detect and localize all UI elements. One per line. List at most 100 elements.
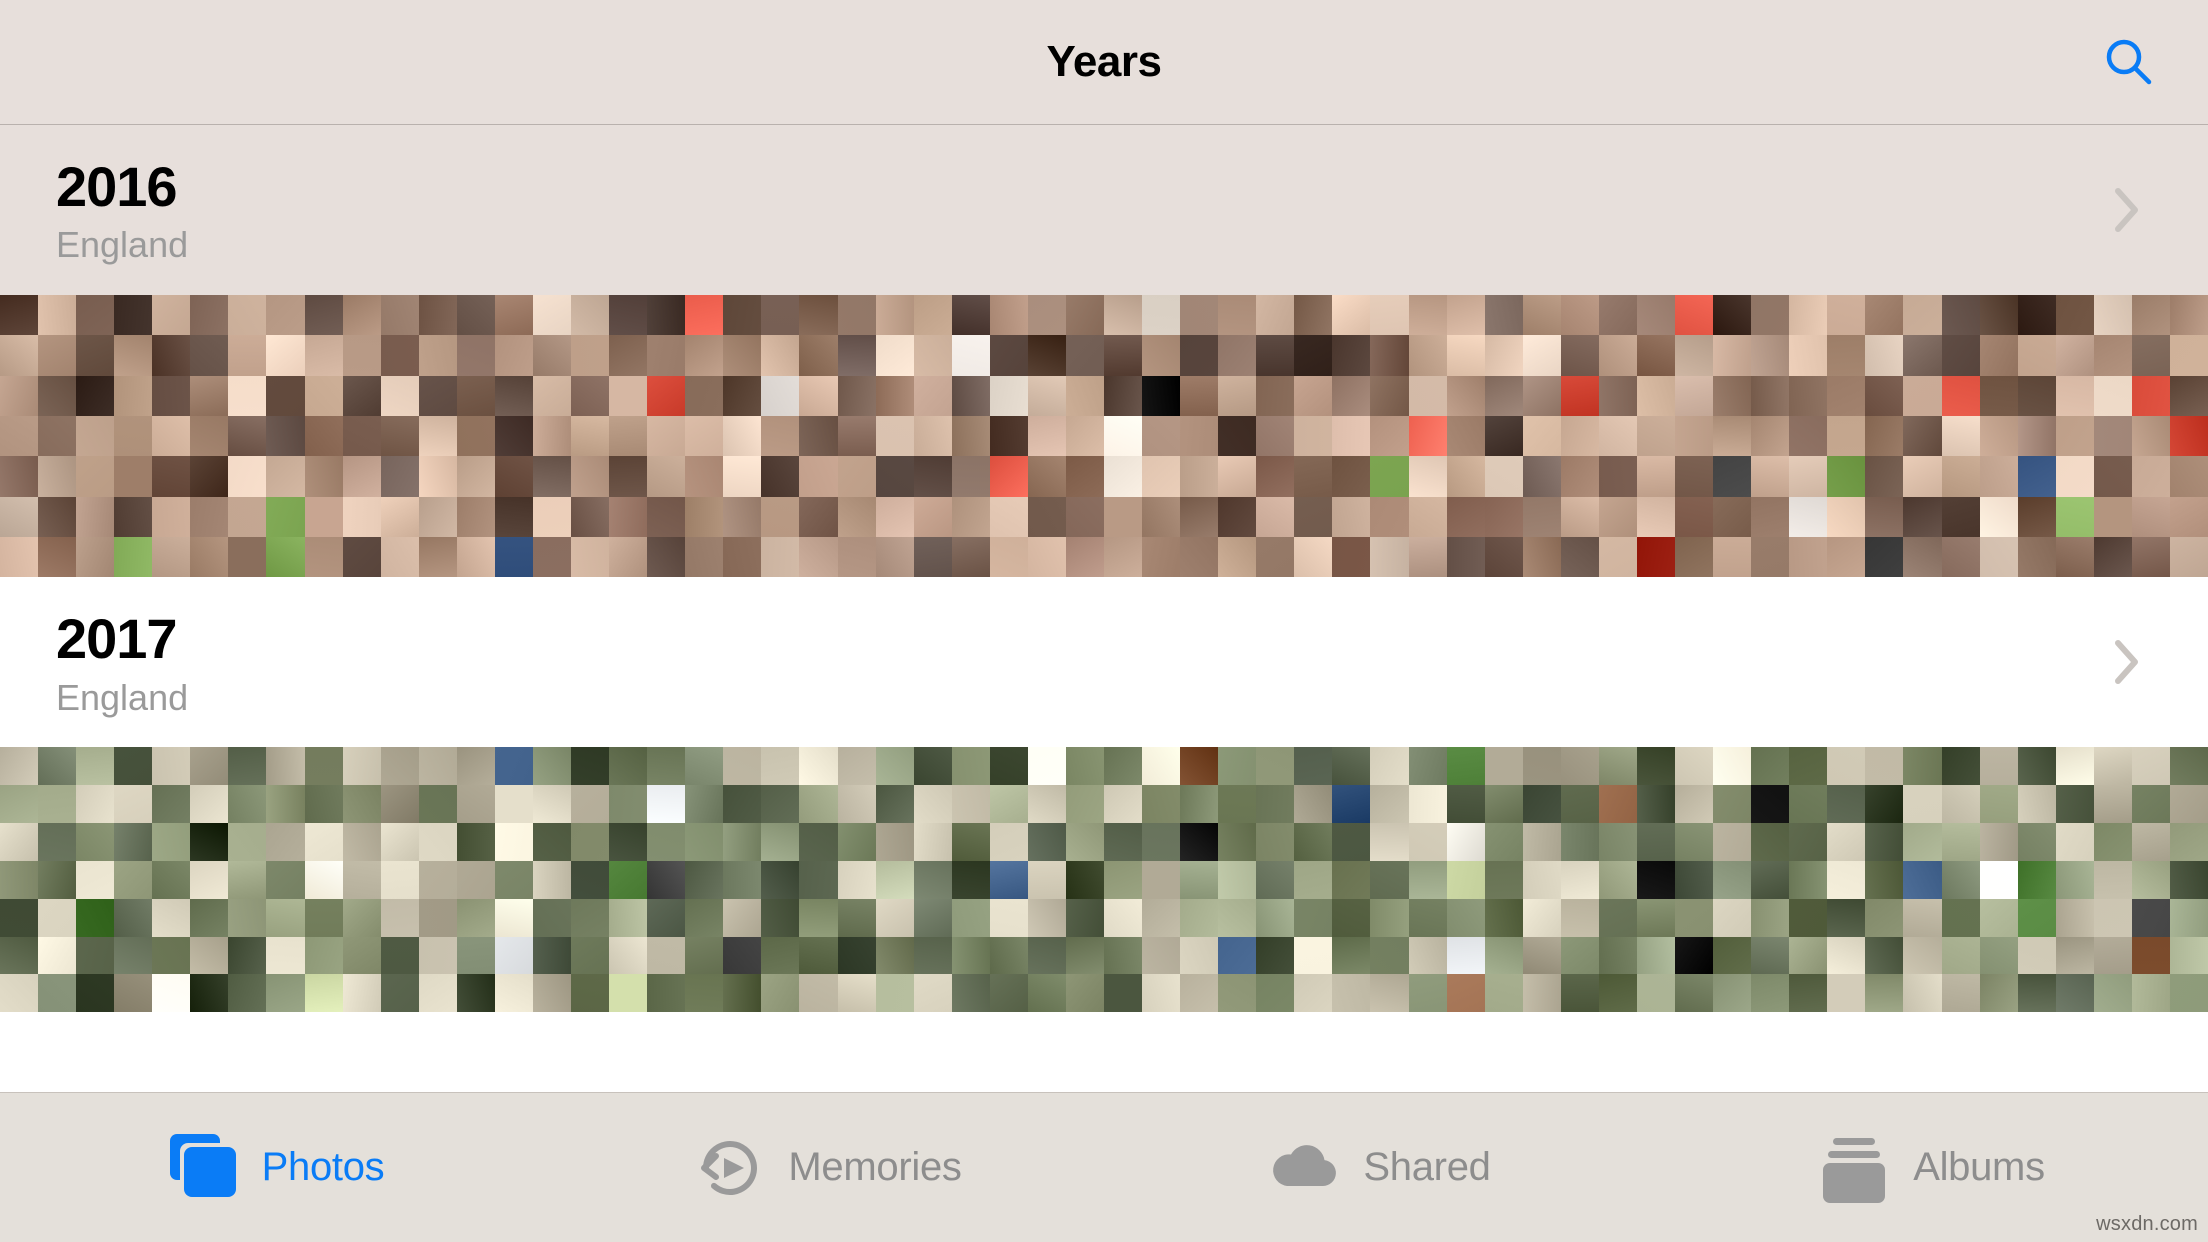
photo-thumbnail[interactable] — [1522, 416, 1561, 457]
photo-thumbnail[interactable] — [532, 860, 572, 899]
photo-thumbnail[interactable] — [1370, 416, 1409, 457]
photo-thumbnail[interactable] — [190, 860, 229, 899]
photo-thumbnail[interactable] — [647, 747, 686, 786]
photo-thumbnail[interactable] — [494, 823, 533, 861]
photo-thumbnail[interactable] — [609, 496, 648, 537]
photo-thumbnail[interactable] — [380, 496, 419, 537]
photo-thumbnail[interactable] — [989, 974, 1028, 1013]
photo-thumbnail[interactable] — [685, 456, 724, 497]
photo-thumbnail[interactable] — [1941, 416, 1980, 457]
photo-thumbnail[interactable] — [1789, 860, 1828, 899]
photo-thumbnail[interactable] — [685, 974, 724, 1013]
photo-thumbnail[interactable] — [799, 375, 838, 416]
photo-thumbnail[interactable] — [1827, 536, 1866, 578]
photo-thumbnail[interactable] — [228, 936, 267, 975]
photo-thumbnail[interactable] — [380, 375, 419, 416]
photo-thumbnail[interactable] — [1065, 496, 1104, 537]
photo-thumbnail[interactable] — [152, 823, 191, 861]
photo-thumbnail[interactable] — [1522, 335, 1561, 376]
photo-thumbnail[interactable] — [1675, 860, 1714, 899]
photo-thumbnail[interactable] — [685, 936, 724, 975]
photo-thumbnail[interactable] — [76, 416, 115, 457]
photo-thumbnail[interactable] — [951, 416, 990, 457]
photo-thumbnail[interactable] — [1104, 936, 1143, 975]
photo-thumbnail[interactable] — [913, 823, 952, 861]
photo-thumbnail[interactable] — [1636, 747, 1676, 786]
photo-thumbnail[interactable] — [494, 536, 533, 578]
photo-thumbnail[interactable] — [723, 898, 762, 937]
photo-thumbnail[interactable] — [0, 375, 39, 416]
years-scroll-area[interactable]: 2016 England 2017 England — [0, 125, 2208, 1092]
photo-thumbnail[interactable] — [1408, 295, 1447, 336]
photo-thumbnail[interactable] — [1294, 295, 1333, 336]
photo-thumbnail[interactable] — [228, 860, 267, 899]
photo-thumbnail[interactable] — [418, 335, 457, 376]
photo-thumbnail[interactable] — [1560, 335, 1599, 376]
photo-thumbnail[interactable] — [1484, 860, 1523, 899]
photo-thumbnail[interactable] — [1180, 536, 1219, 578]
photo-thumbnail[interactable] — [304, 974, 343, 1013]
photo-thumbnail[interactable] — [1675, 335, 1714, 376]
photo-thumbnail[interactable] — [38, 860, 77, 899]
photo-thumbnail[interactable] — [951, 456, 990, 497]
photo-thumbnail[interactable] — [989, 860, 1028, 899]
photo-thumbnail[interactable] — [1332, 936, 1371, 975]
photo-thumbnail[interactable] — [456, 295, 495, 336]
photo-thumbnail[interactable] — [2169, 974, 2208, 1013]
photo-thumbnail[interactable] — [913, 456, 952, 497]
photo-thumbnail[interactable] — [1027, 456, 1066, 497]
photo-thumbnail[interactable] — [2055, 536, 2094, 578]
photo-thumbnail[interactable] — [266, 375, 305, 416]
photo-thumbnail[interactable] — [685, 785, 724, 824]
photo-thumbnail[interactable] — [1294, 496, 1333, 537]
photo-thumbnail[interactable] — [1941, 536, 1980, 578]
photo-thumbnail[interactable] — [761, 898, 800, 937]
photo-thumbnail[interactable] — [837, 416, 876, 457]
photo-thumbnail[interactable] — [1636, 936, 1676, 975]
photo-thumbnail[interactable] — [1370, 823, 1409, 861]
photo-thumbnail[interactable] — [1104, 898, 1143, 937]
photo-thumbnail[interactable] — [190, 747, 229, 786]
photo-thumbnail[interactable] — [2055, 335, 2094, 376]
photo-thumbnail[interactable] — [1598, 456, 1637, 497]
photo-thumbnail[interactable] — [1903, 295, 1942, 336]
photo-thumbnail[interactable] — [266, 295, 305, 336]
photo-thumbnail[interactable] — [571, 936, 610, 975]
photo-thumbnail[interactable] — [114, 974, 153, 1013]
photo-thumbnail[interactable] — [2017, 785, 2056, 824]
photo-thumbnail[interactable] — [2055, 456, 2094, 497]
photo-thumbnail[interactable] — [1408, 785, 1447, 824]
photo-thumbnail[interactable] — [114, 860, 153, 899]
photo-thumbnail[interactable] — [494, 456, 533, 497]
photo-thumbnail[interactable] — [152, 496, 191, 537]
photo-thumbnail[interactable] — [38, 785, 77, 824]
photo-thumbnail[interactable] — [418, 785, 457, 824]
photo-thumbnail[interactable] — [1370, 898, 1409, 937]
photo-thumbnail[interactable] — [799, 823, 838, 861]
photo-thumbnail[interactable] — [1142, 747, 1181, 786]
photo-thumbnail[interactable] — [1751, 898, 1790, 937]
photo-thumbnail[interactable] — [114, 416, 153, 457]
photo-thumbnail[interactable] — [1865, 295, 1904, 336]
photo-thumbnail[interactable] — [304, 823, 343, 861]
photo-thumbnail[interactable] — [1180, 375, 1219, 416]
photo-thumbnail[interactable] — [1636, 335, 1676, 376]
photo-thumbnail[interactable] — [532, 785, 572, 824]
photo-thumbnail[interactable] — [609, 860, 648, 899]
photo-thumbnail[interactable] — [1560, 747, 1599, 786]
photo-thumbnail[interactable] — [1408, 898, 1447, 937]
photo-thumbnail[interactable] — [1675, 416, 1714, 457]
photo-thumbnail[interactable] — [799, 898, 838, 937]
photo-thumbnail[interactable] — [2169, 747, 2208, 786]
photo-thumbnail[interactable] — [2093, 936, 2132, 975]
photo-thumbnail[interactable] — [647, 860, 686, 899]
photo-thumbnail[interactable] — [1636, 416, 1676, 457]
photo-thumbnail[interactable] — [0, 295, 39, 336]
photo-thumbnail[interactable] — [1560, 456, 1599, 497]
photo-thumbnail[interactable] — [761, 747, 800, 786]
photo-thumbnail[interactable] — [2131, 536, 2170, 578]
photo-thumbnail[interactable] — [1713, 496, 1752, 537]
photo-thumbnail[interactable] — [875, 936, 914, 975]
photo-thumbnail[interactable] — [1636, 860, 1676, 899]
photo-thumbnail[interactable] — [1104, 974, 1143, 1013]
